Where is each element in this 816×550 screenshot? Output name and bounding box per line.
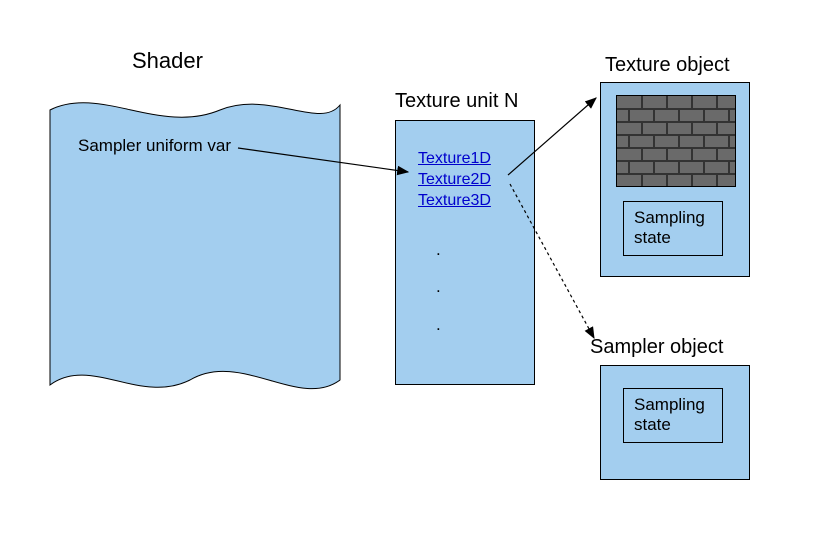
texture-unit-title: Texture unit N: [395, 90, 518, 113]
texture-unit-dots: . . .: [436, 231, 441, 343]
texture1d-link: Texture1D: [418, 149, 491, 170]
texture-object-title: Texture object: [605, 54, 730, 77]
texture3d-link: Texture3D: [418, 191, 491, 212]
texture-object-box: Samplingstate: [600, 82, 750, 277]
shader-shape: [40, 80, 350, 410]
texture-sampling-state-label: Samplingstate: [634, 208, 705, 249]
texture-unit-box: Texture1D Texture2D Texture3D . . .: [395, 120, 535, 385]
texture2d-link: Texture2D: [418, 170, 491, 191]
shader-title: Shader: [132, 48, 203, 74]
brick-texture-image: [616, 95, 736, 187]
texture-unit-items: Texture1D Texture2D Texture3D: [418, 149, 491, 211]
sampler-object-box: Samplingstate: [600, 365, 750, 480]
sampler-object-title: Sampler object: [590, 336, 723, 359]
sampler-sampling-state-box: Samplingstate: [623, 388, 723, 443]
sampler-uniform-label: Sampler uniform var: [78, 136, 231, 156]
texture-sampling-state-box: Samplingstate: [623, 201, 723, 256]
sampler-sampling-state-label: Samplingstate: [634, 395, 705, 436]
